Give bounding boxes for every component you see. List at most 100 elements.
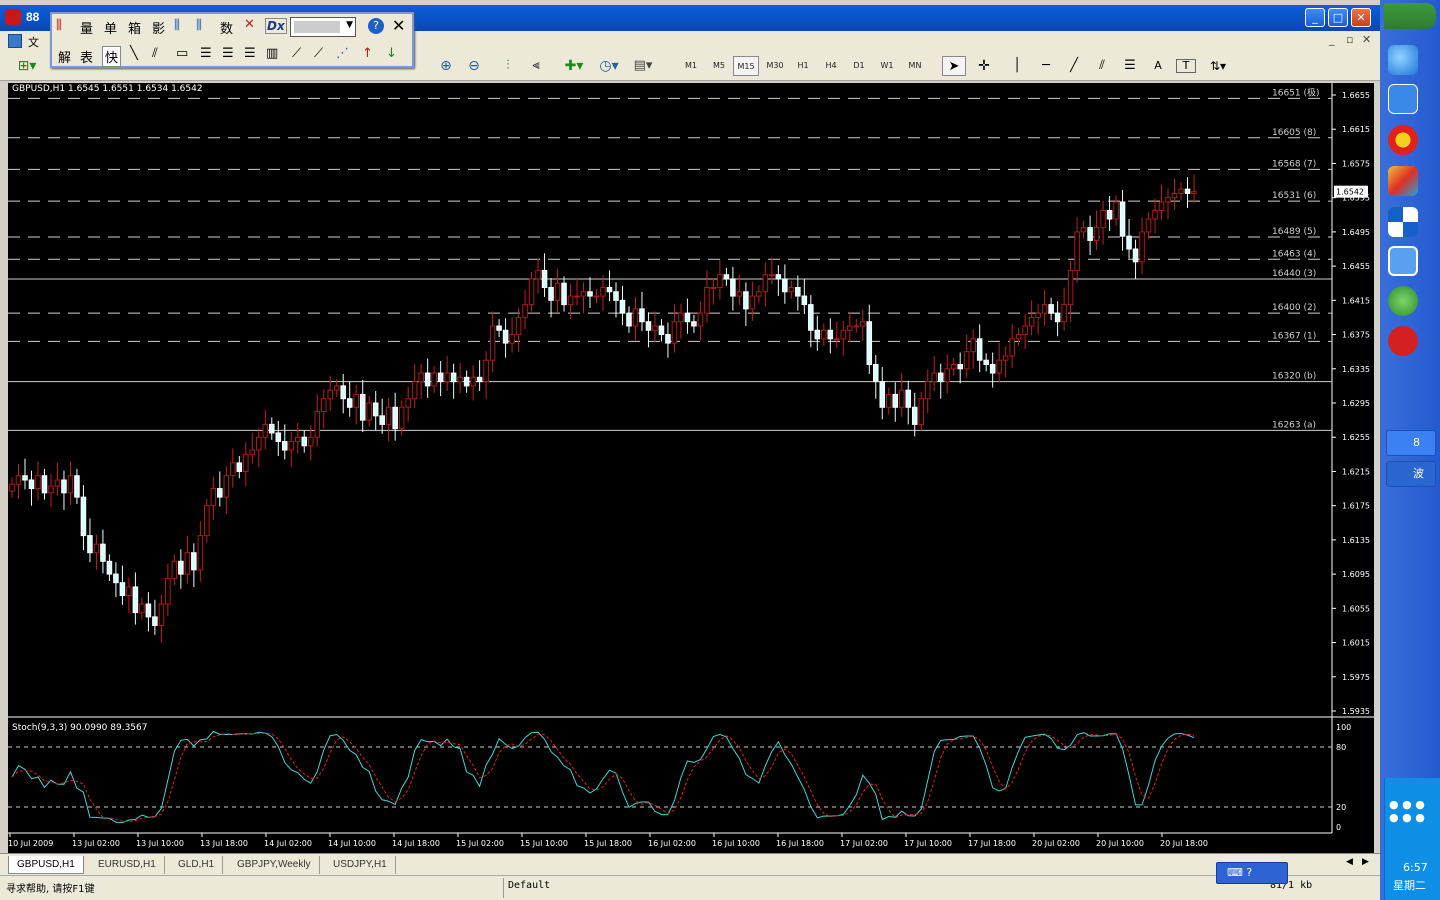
bear-candle — [808, 304, 814, 331]
text-tool-a[interactable]: A — [1148, 56, 1168, 76]
new-chart-icon[interactable]: ⊞▾ — [12, 56, 42, 76]
timeframe-m30[interactable]: M30 — [762, 56, 788, 76]
help-icon[interactable]: ? — [368, 18, 384, 34]
rectangle-icon[interactable]: ▭ — [176, 46, 188, 61]
crosshair-icon[interactable]: ✛ — [972, 56, 996, 76]
timeframe-mn[interactable]: MN — [902, 56, 928, 76]
bull-candle — [9, 483, 15, 492]
template-icon[interactable]: ▤▾ — [628, 56, 658, 76]
paint-app-icon[interactable] — [1388, 166, 1418, 196]
bull-candle — [788, 287, 795, 293]
float-btn-table[interactable]: 表 — [80, 47, 93, 66]
float-btn-quick[interactable]: 快 — [102, 46, 122, 67]
vertical-line-icon[interactable]: │ — [1006, 56, 1028, 76]
ie-icon[interactable] — [1388, 45, 1418, 75]
tab-gld-h1[interactable]: GLD,H1 — [170, 856, 224, 874]
bars2-icon[interactable]: ⫼ — [196, 18, 202, 33]
bear-candle — [548, 287, 554, 301]
close-button[interactable]: ✕ — [1351, 8, 1371, 27]
line-icon[interactable]: ╲ — [130, 46, 138, 61]
taskbar-task-8[interactable]: 8 — [1386, 430, 1436, 456]
tab-gbpjpy-weekly[interactable]: GBPJPY,Weekly — [229, 856, 320, 874]
levels3-icon[interactable]: ☰ — [244, 46, 256, 61]
color-dropdown[interactable]: ▼ — [290, 17, 356, 37]
float-btn-dx[interactable]: Dx — [265, 18, 287, 34]
float-btn-shadow[interactable]: 影 — [152, 18, 165, 37]
bull-candle — [898, 389, 905, 408]
mdi-restore-button[interactable]: ▫ — [1346, 33, 1353, 46]
channel-icon[interactable]: ⫽ — [1090, 56, 1114, 76]
horizontal-line-icon[interactable]: ─ — [1034, 56, 1058, 76]
bull-candle — [924, 381, 931, 400]
timeframe-d1[interactable]: D1 — [846, 56, 872, 76]
odl-app-icon[interactable] — [1388, 326, 1418, 356]
clock-icon[interactable]: ◷▾ — [595, 56, 623, 76]
tabs-scroll-left-icon[interactable]: ◀ — [1346, 857, 1353, 867]
arrow-down-icon[interactable]: ↓ — [386, 46, 397, 61]
float-btn-single[interactable]: 单 — [104, 18, 117, 37]
trend-line-icon[interactable]: ╱ — [1062, 56, 1086, 76]
timeframe-h1[interactable]: H1 — [790, 56, 816, 76]
fibonacci-icon[interactable]: ☰ — [1118, 56, 1142, 76]
levels-icon[interactable]: ☰ — [200, 46, 212, 61]
minimize-button[interactable]: _ — [1305, 8, 1325, 27]
float-btn-box[interactable]: 箱 — [128, 18, 141, 37]
bull-candle — [431, 372, 437, 387]
timeframe-h4[interactable]: H4 — [818, 56, 844, 76]
bear-candle — [723, 274, 730, 280]
grid-icon[interactable]: ▥ — [266, 46, 278, 61]
fan2-icon[interactable]: ⟋ — [314, 46, 323, 61]
arrows-icon[interactable]: ⇅▾ — [1204, 56, 1232, 76]
mdi-minimize-button[interactable]: _ — [1329, 33, 1335, 46]
chart-app-icon[interactable] — [1388, 207, 1418, 237]
float-btn-count[interactable]: 数 — [220, 18, 233, 37]
float-btn-decode[interactable]: 解 — [58, 47, 71, 66]
window-app-icon[interactable] — [1388, 246, 1418, 276]
levels2-icon[interactable]: ☰ — [222, 46, 234, 61]
price-chart[interactable]: 1.6655 1.6615 1.6575 1.6535 1.6495 1.6455 1.64… — [8, 83, 1374, 853]
timeframe-m1[interactable]: M1 — [678, 56, 704, 76]
mdi-close-button[interactable]: ✕ — [1362, 33, 1371, 46]
tabs-scroll-right-icon[interactable]: ▶ — [1362, 857, 1369, 867]
bear-candle — [1126, 235, 1132, 250]
media-app-icon[interactable] — [1388, 125, 1418, 155]
bear-candle — [892, 393, 899, 408]
ime-bar[interactable]: ⌨ ? — [1216, 862, 1288, 884]
bar-chart-icon[interactable]: ⫶ — [497, 56, 519, 76]
bull-candle — [1067, 269, 1074, 306]
arrow-up-icon[interactable]: ↑ — [362, 46, 373, 61]
refresh-app-icon[interactable] — [1388, 84, 1418, 114]
menu-item-file[interactable]: 文 — [28, 34, 39, 50]
time-axis-label: 20 Jul 10:00 — [1096, 839, 1144, 848]
parallel-icon[interactable]: ⫽ — [152, 46, 158, 61]
bars-icon[interactable]: ⫼ — [174, 18, 180, 33]
text-label-tool-t[interactable]: T — [1176, 59, 1196, 73]
tab-gbpusd-h1[interactable]: GBPUSD,H1 — [8, 856, 84, 874]
fan3-icon[interactable]: ⋰ — [336, 46, 349, 61]
candle-red-icon[interactable]: ⫼ — [56, 18, 62, 33]
timeframe-m15[interactable]: M15 — [733, 56, 759, 76]
close-icon[interactable]: ✕ — [392, 16, 405, 35]
timeframe-m5[interactable]: M5 — [706, 56, 732, 76]
time-axis-label: 13 Jul 10:00 — [136, 839, 184, 848]
bull-candle — [1139, 231, 1145, 263]
messenger-icon[interactable] — [1388, 286, 1418, 316]
cross-x-icon[interactable]: ✕ — [244, 17, 255, 32]
bull-candle — [860, 321, 866, 327]
windows-logo-icon[interactable] — [1384, 3, 1436, 29]
zoom-out-icon[interactable]: ⊖ — [462, 56, 486, 76]
fan-icon[interactable]: ⟋ — [292, 46, 301, 61]
clock-time[interactable]: 6:57 — [1403, 861, 1428, 874]
indicators-icon[interactable]: ✚▾ — [560, 56, 588, 76]
tray-icons[interactable]: ● ● ● ● ● ● — [1389, 798, 1437, 840]
float-btn-volume[interactable]: 量 — [80, 18, 93, 37]
timeframe-w1[interactable]: W1 — [874, 56, 900, 76]
tab-eurusd-h1[interactable]: EURUSD,H1 — [90, 856, 165, 874]
cursor-icon[interactable]: ➤ — [942, 56, 966, 76]
bull-candle — [522, 304, 528, 318]
tab-usdjpy-h1[interactable]: USDJPY,H1 — [325, 856, 396, 874]
zoom-in-icon[interactable]: ⊕ — [434, 56, 458, 76]
candlestick-icon[interactable]: ⫷ — [525, 56, 547, 76]
taskbar-task-wave[interactable]: 波 — [1386, 461, 1436, 487]
maximize-button[interactable]: □ — [1328, 8, 1348, 27]
